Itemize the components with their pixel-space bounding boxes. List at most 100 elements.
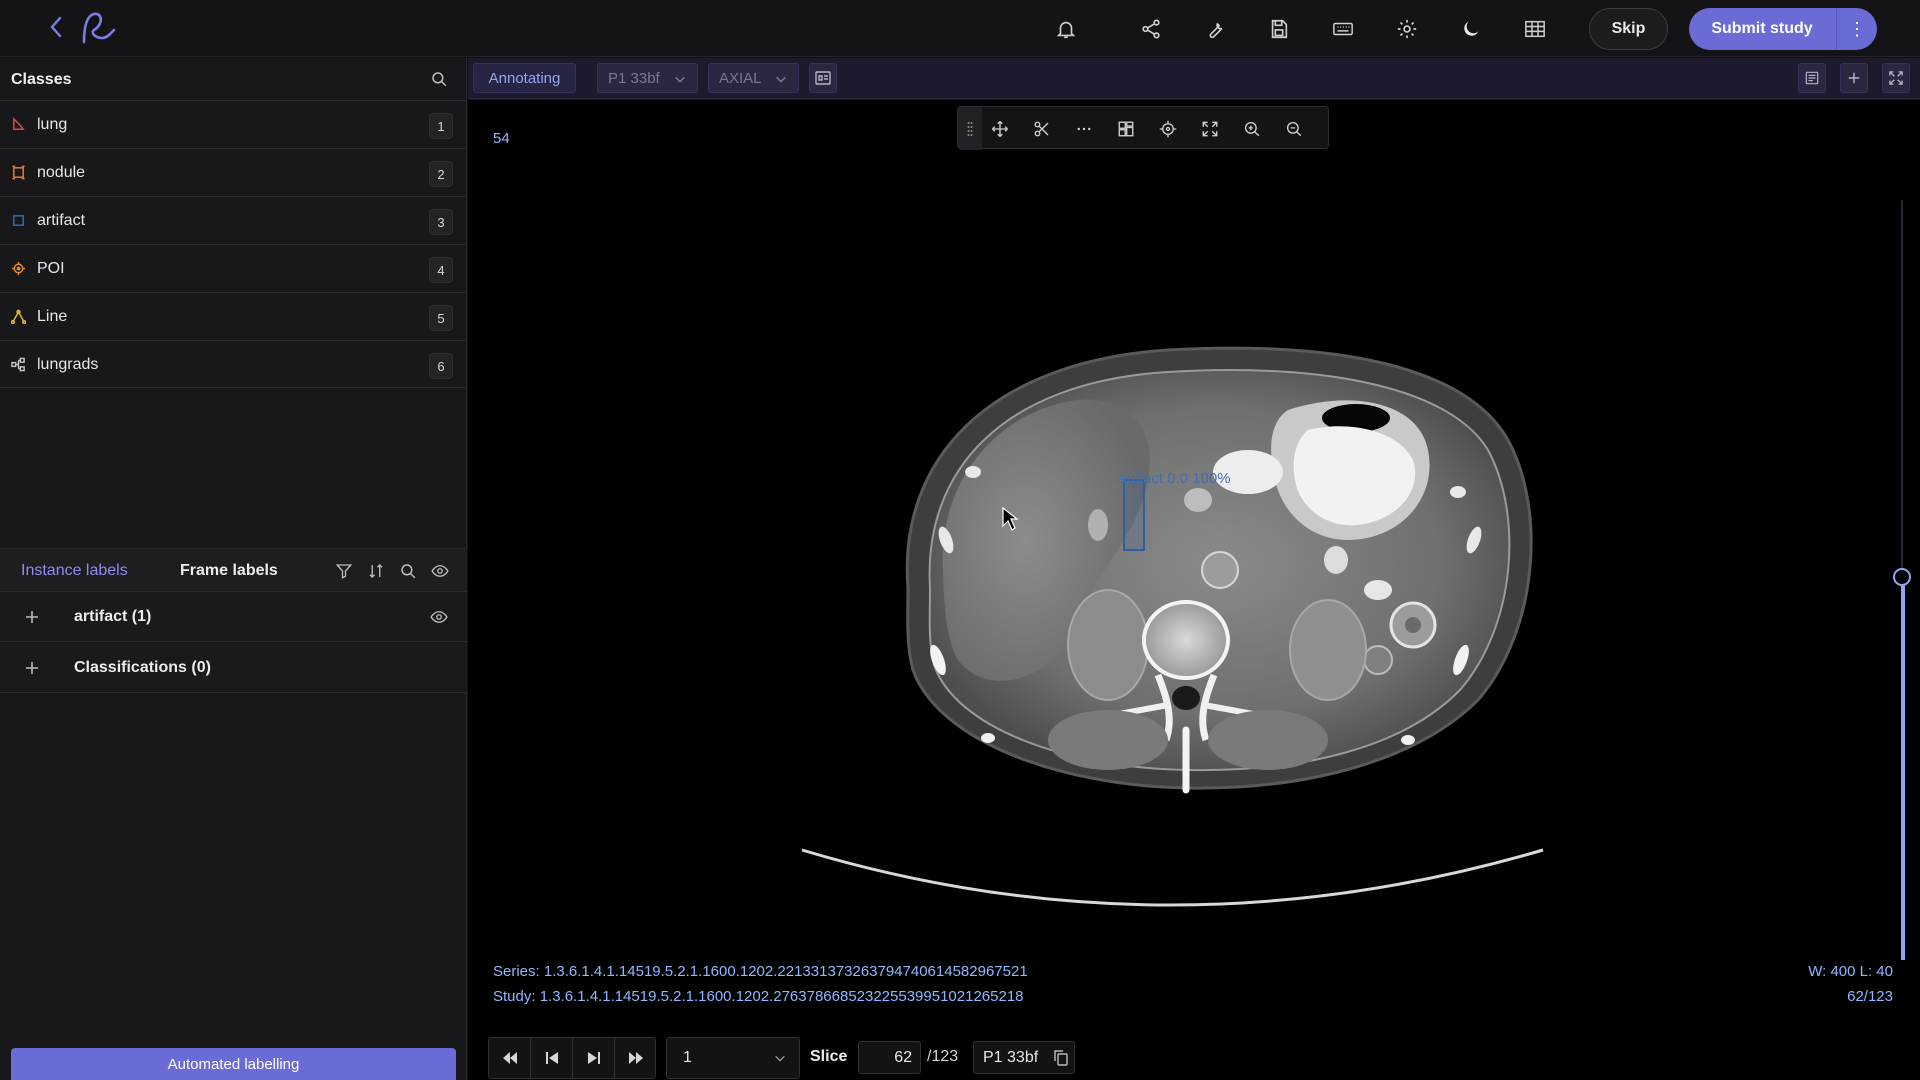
chevron-down-icon	[774, 72, 788, 86]
labels-tab-bar: Instance labels Frame labels	[0, 548, 467, 592]
tab-frame-labels[interactable]: Frame labels	[180, 562, 278, 580]
class-label: artifact	[37, 212, 86, 229]
class-hotkey: 3	[429, 209, 453, 235]
frame-position-readout: 62/123	[1847, 988, 1893, 1005]
tab-instance-labels[interactable]: Instance labels	[21, 562, 128, 580]
playback-speed-select[interactable]: 1	[666, 1037, 800, 1079]
expand-plus-icon[interactable]	[24, 609, 40, 625]
slice-slider[interactable]	[1893, 200, 1911, 960]
series-uid: Series: 1.3.6.1.4.1.14519.5.2.1.1600.120…	[493, 963, 1028, 980]
submit-study-label[interactable]: Submit study	[1689, 8, 1835, 50]
series-chip[interactable]: P1 33bf	[973, 1041, 1075, 1074]
copy-icon[interactable]	[1054, 1050, 1068, 1066]
expand-plus-icon[interactable]	[24, 660, 40, 676]
bell-icon[interactable]	[1053, 16, 1079, 42]
ct-scan-image[interactable]: artifact 0.0 100%	[468, 100, 1920, 1080]
sort-icon[interactable]	[367, 562, 385, 580]
left-panel: Classes lung 1 nodule 2 artifact 3 POI 4	[0, 58, 467, 1080]
class-hotkey: 6	[429, 353, 453, 379]
previous-frame-icon[interactable]	[531, 1038, 573, 1078]
viewer-toolbar: Annotating P1 33bf AXIAL	[468, 58, 1920, 99]
slice-input[interactable]	[858, 1041, 921, 1074]
moon-icon[interactable]	[1458, 16, 1484, 42]
playback-speed-value: 1	[683, 1049, 692, 1066]
class-item-line[interactable]: Line 5	[0, 292, 467, 340]
next-frame-icon[interactable]	[573, 1038, 615, 1078]
fit-to-screen-icon[interactable]	[1199, 118, 1221, 140]
gear-icon[interactable]	[1394, 16, 1420, 42]
fullscreen-icon[interactable]	[1882, 63, 1910, 93]
wrench-icon[interactable]	[1202, 16, 1228, 42]
label-group-classifications[interactable]: Classifications (0)	[0, 643, 467, 693]
search-icon[interactable]	[430, 70, 448, 88]
mode-chip[interactable]: Annotating	[473, 63, 576, 93]
submit-study-button[interactable]: Submit study ⋮	[1689, 8, 1877, 50]
first-frame-icon[interactable]	[489, 1038, 531, 1078]
zoom-in-icon[interactable]	[1241, 118, 1263, 140]
frame-number: 54	[493, 130, 510, 147]
class-hotkey: 5	[429, 305, 453, 331]
window-level-readout: W: 400 L: 40	[1808, 963, 1893, 980]
save-icon[interactable]	[1266, 16, 1292, 42]
skip-button[interactable]: Skip	[1589, 8, 1668, 50]
polygon-icon	[11, 117, 26, 132]
series-select-value: P1 33bf	[608, 70, 660, 87]
label-group-artifact[interactable]: artifact (1)	[0, 592, 467, 642]
metadata-icon[interactable]	[809, 63, 837, 93]
logo-icon	[74, 8, 118, 48]
search-icon[interactable]	[399, 562, 417, 580]
classification-icon	[11, 357, 26, 372]
layout-grid-icon[interactable]	[1115, 118, 1137, 140]
group-label: Classifications (0)	[74, 659, 211, 676]
classes-header: Classes	[0, 58, 467, 100]
submit-more-options-button[interactable]: ⋮	[1836, 8, 1877, 50]
last-frame-icon[interactable]	[615, 1038, 657, 1078]
slice-label: Slice	[810, 1048, 848, 1065]
group-label: artifact (1)	[74, 608, 152, 625]
drag-handle-icon[interactable]	[958, 107, 982, 150]
annotation-bounding-box[interactable]	[1123, 479, 1145, 551]
class-item-lungrads[interactable]: lungrads 6	[0, 340, 467, 388]
automated-labelling-button[interactable]: Automated labelling	[11, 1048, 456, 1080]
class-label: lung	[37, 116, 68, 133]
class-label: lungrads	[37, 356, 99, 373]
keyboard-icon[interactable]	[1330, 16, 1356, 42]
zoom-out-icon[interactable]	[1283, 118, 1305, 140]
polyline-icon	[11, 309, 26, 324]
pan-icon[interactable]	[989, 118, 1011, 140]
point-icon	[11, 261, 26, 276]
class-hotkey: 1	[429, 113, 453, 139]
back-icon[interactable]	[44, 14, 70, 40]
ellipsis-icon[interactable]	[1073, 118, 1095, 140]
slice-total: /123	[927, 1048, 959, 1065]
class-hotkey: 2	[429, 161, 453, 187]
eye-icon[interactable]	[431, 562, 449, 580]
class-item-nodule[interactable]: nodule 2	[0, 148, 467, 196]
grid-icon[interactable]	[1522, 16, 1548, 42]
share-icon[interactable]	[1138, 16, 1164, 42]
chevron-down-icon	[773, 1051, 787, 1065]
floating-toolbar	[957, 106, 1329, 150]
eye-icon[interactable]	[430, 608, 448, 626]
study-uid: Study: 1.3.6.1.4.1.14519.5.2.1.1600.1202…	[493, 988, 1024, 1005]
slider-thumb[interactable]	[1893, 567, 1911, 586]
series-select[interactable]: P1 33bf	[597, 63, 698, 93]
scissors-icon[interactable]	[1031, 118, 1053, 140]
class-item-artifact[interactable]: artifact 3	[0, 196, 467, 244]
add-viewport-icon[interactable]	[1840, 63, 1868, 93]
class-item-poi[interactable]: POI 4	[0, 244, 467, 292]
image-canvas[interactable]: artifact 0.0 100% 54 Series: 1.3.6.1.4.1…	[468, 100, 1920, 1080]
chevron-down-icon	[673, 72, 687, 86]
crosshair-icon[interactable]	[1157, 118, 1179, 140]
classes-title: Classes	[11, 71, 72, 88]
playback-controls	[488, 1037, 656, 1079]
class-item-lung[interactable]: lung 1	[0, 100, 467, 148]
annotation-label: artifact 0.0 100%	[1118, 470, 1231, 487]
slider-fill	[1901, 576, 1905, 960]
box-icon	[11, 213, 26, 228]
layout-icon[interactable]	[1798, 63, 1826, 93]
filter-icon[interactable]	[335, 562, 353, 580]
box-icon	[11, 165, 26, 180]
plane-select-value: AXIAL	[719, 70, 762, 87]
plane-select[interactable]: AXIAL	[708, 63, 799, 93]
